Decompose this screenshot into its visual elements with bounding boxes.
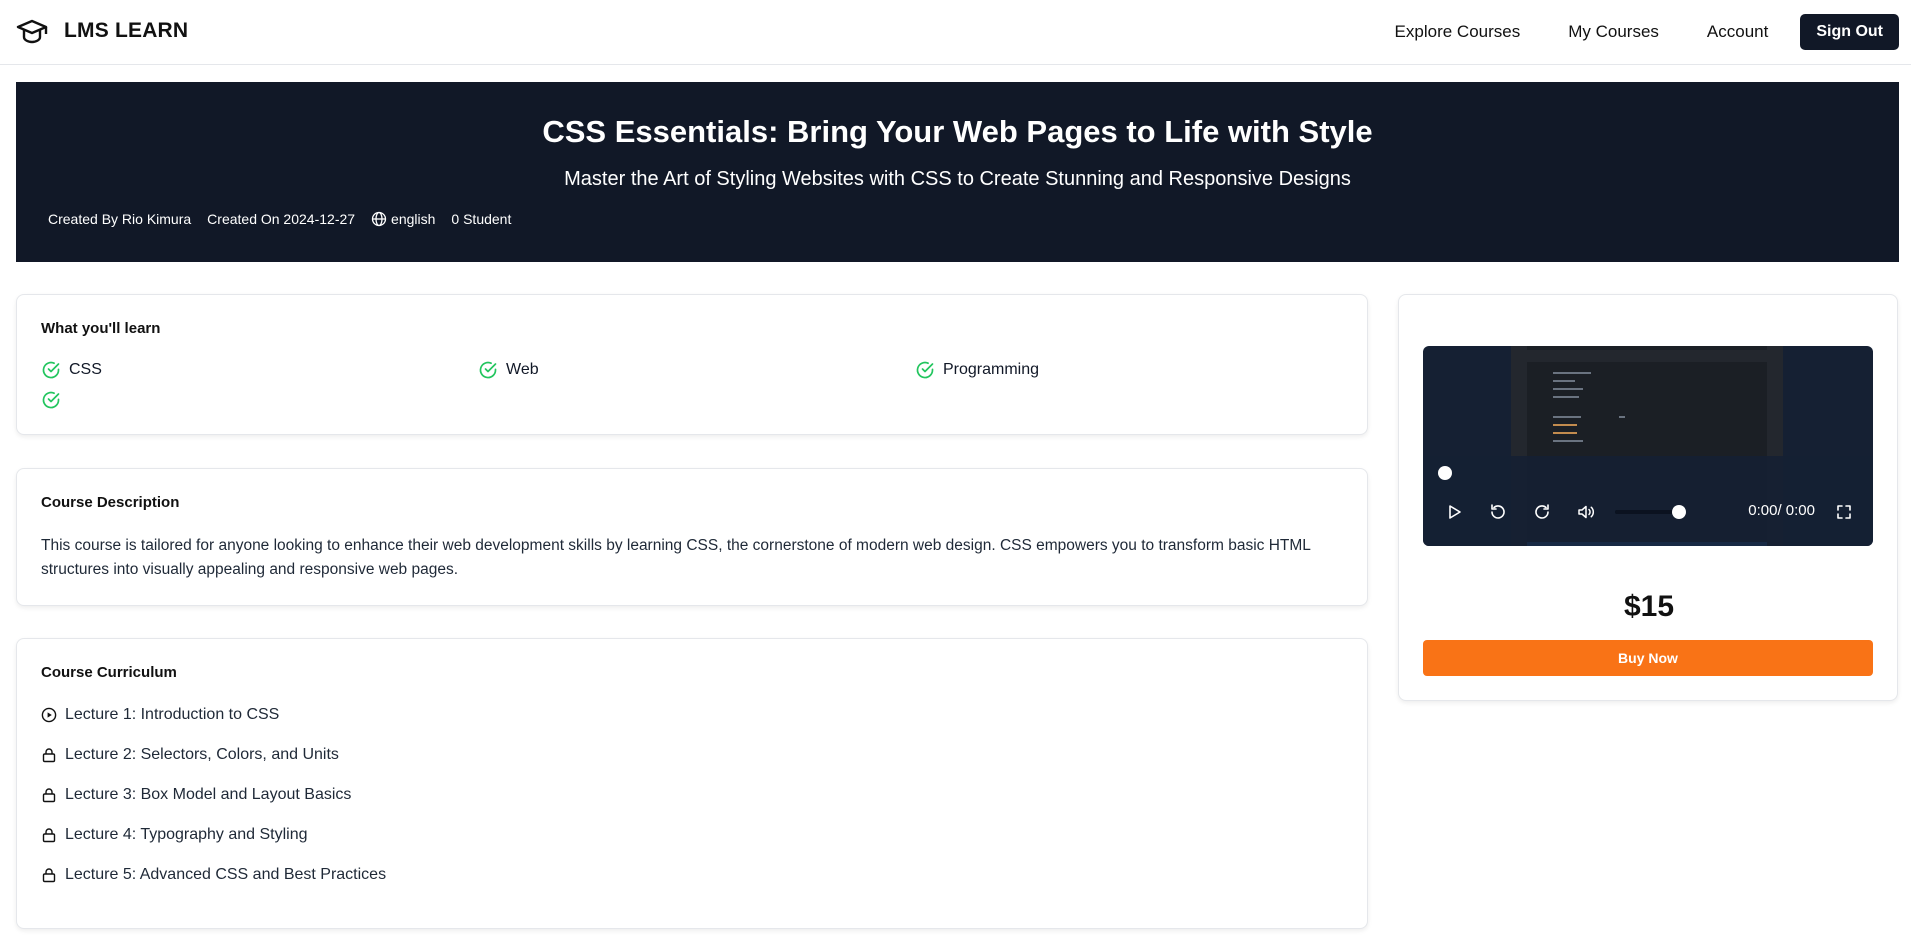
- brand-link[interactable]: LMS LEARN: [15, 16, 188, 46]
- volume-icon: [1578, 505, 1594, 519]
- video-player[interactable]: 0:00/ 0:00: [1423, 346, 1873, 546]
- fullscreen-icon: [1837, 505, 1851, 519]
- curriculum-title: Course Curriculum: [41, 664, 177, 681]
- check-circle-icon: [42, 391, 60, 408]
- learn-item: [41, 389, 478, 410]
- language: english: [371, 211, 435, 227]
- forward-button[interactable]: [1531, 501, 1553, 523]
- learn-item: Web: [478, 359, 915, 380]
- lecture-item[interactable]: Lecture 3: Box Model and Layout Basics: [41, 786, 351, 804]
- sign-out-button[interactable]: Sign Out: [1800, 14, 1899, 50]
- brand-name: LMS LEARN: [64, 19, 189, 42]
- lecture-item[interactable]: Lecture 1: Introduction to CSS: [41, 706, 279, 724]
- learn-title: What you'll learn: [41, 320, 161, 337]
- top-navbar: LMS LEARN Explore Courses My Courses Acc…: [0, 0, 1911, 65]
- globe-icon: [371, 211, 387, 227]
- nav-my-courses[interactable]: My Courses: [1568, 22, 1659, 42]
- lecture-label: Lecture 5: Advanced CSS and Best Practic…: [65, 866, 387, 883]
- course-hero: CSS Essentials: Bring Your Web Pages to …: [16, 82, 1899, 262]
- check-circle-icon: [42, 361, 60, 378]
- lecture-label: Lecture 1: Introduction to CSS: [65, 706, 280, 723]
- rotate-ccw-icon: [1491, 504, 1505, 519]
- lock-icon: [42, 748, 56, 763]
- play-icon: [1449, 505, 1461, 519]
- course-price: $15: [1623, 590, 1675, 623]
- volume-slider[interactable]: [1615, 510, 1679, 514]
- learn-item: Programming: [915, 359, 1351, 380]
- description-title: Course Description: [41, 494, 180, 511]
- time-display: 0:00/ 0:00: [1748, 502, 1815, 519]
- rewind-button[interactable]: [1487, 501, 1509, 523]
- course-title: CSS Essentials: Bring Your Web Pages to …: [542, 114, 1373, 149]
- lecture-item[interactable]: Lecture 2: Selectors, Colors, and Units: [41, 746, 339, 764]
- learn-item-label: Web: [506, 360, 539, 378]
- main-nav: Explore Courses My Courses Account Sign …: [1395, 0, 1899, 64]
- created-by: Created By Rio Kimura: [48, 211, 192, 227]
- buy-now-button[interactable]: Buy Now: [1423, 640, 1873, 676]
- volume-button[interactable]: [1575, 501, 1597, 523]
- course-description-card: Course Description This course is tailor…: [16, 468, 1368, 606]
- seek-handle[interactable]: [1438, 466, 1452, 480]
- lecture-item[interactable]: Lecture 5: Advanced CSS and Best Practic…: [41, 866, 386, 884]
- learn-item-label: Programming: [943, 360, 1040, 378]
- learn-item: CSS: [41, 359, 478, 380]
- lecture-label: Lecture 2: Selectors, Colors, and Units: [65, 746, 339, 763]
- purchase-card: 0:00/ 0:00 $15 Buy Now: [1398, 294, 1898, 701]
- lecture-label: Lecture 4: Typography and Styling: [65, 826, 308, 843]
- learn-item-label: CSS: [69, 360, 102, 378]
- lecture-item[interactable]: Lecture 4: Typography and Styling: [41, 826, 308, 844]
- check-circle-icon: [916, 361, 934, 378]
- student-count: 0 Student: [451, 211, 512, 227]
- lock-icon: [42, 788, 56, 803]
- fullscreen-button[interactable]: [1833, 501, 1855, 523]
- play-circle-icon: [41, 707, 57, 723]
- check-circle-icon: [479, 361, 497, 378]
- course-meta: Created By Rio Kimura Created On 2024-12…: [48, 211, 527, 227]
- nav-account[interactable]: Account: [1707, 22, 1768, 42]
- play-button[interactable]: [1443, 501, 1465, 523]
- description-text: This course is tailored for anyone looki…: [41, 537, 1311, 578]
- language-label: english: [391, 211, 436, 227]
- rotate-cw-icon: [1535, 504, 1549, 519]
- lock-icon: [42, 868, 56, 883]
- volume-handle[interactable]: [1672, 505, 1686, 519]
- nav-explore-courses[interactable]: Explore Courses: [1395, 22, 1521, 42]
- what-youll-learn-card: What you'll learn CSS Web Programming: [16, 294, 1368, 435]
- graduation-cap-icon: [16, 19, 48, 44]
- course-curriculum-card: Course Curriculum Lecture 1: Introductio…: [16, 638, 1368, 929]
- course-subtitle: Master the Art of Styling Websites with …: [564, 168, 1351, 190]
- learn-list: CSS Web Programming: [41, 359, 1351, 410]
- lock-icon: [42, 828, 56, 843]
- created-on: Created On 2024-12-27: [207, 211, 356, 227]
- lecture-label: Lecture 3: Box Model and Layout Basics: [65, 786, 352, 803]
